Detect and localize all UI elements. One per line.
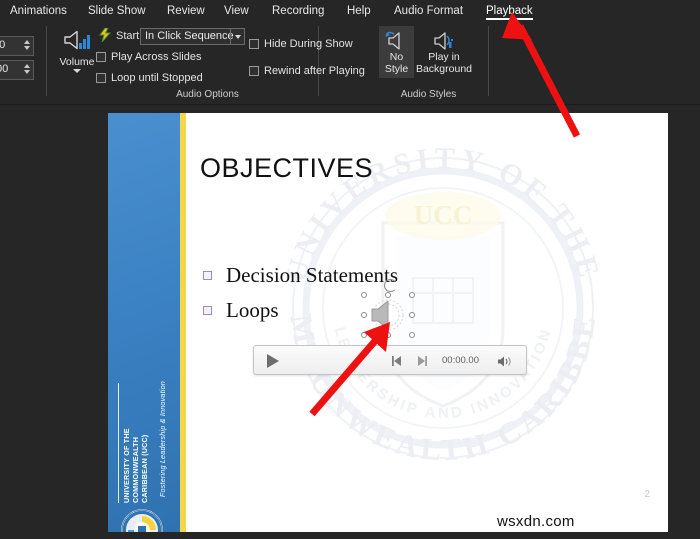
audio-object-selected[interactable] <box>361 279 415 338</box>
slide-number: 2 <box>644 489 650 500</box>
animation-trigger-icon <box>99 28 112 42</box>
ribbon-tab-bar: Animations Slide Show Review View Record… <box>0 0 700 22</box>
bullet-item[interactable]: Decision Statements <box>203 263 398 288</box>
checkbox-label: Rewind after Playing <box>264 65 365 77</box>
bullet-text: Loops <box>226 298 279 322</box>
tab-recording[interactable]: Recording <box>272 0 324 22</box>
group-separator-2 <box>318 26 319 96</box>
group-separator-3 <box>488 26 489 96</box>
speaker-volume-icon[interactable] <box>497 355 513 368</box>
volume-label: Volume <box>59 56 95 68</box>
no-style-label-1: No <box>389 51 404 63</box>
tab-view[interactable]: View <box>224 0 249 22</box>
volume-button[interactable]: Volume <box>55 28 99 73</box>
resize-handle-sw[interactable] <box>361 332 367 338</box>
fade-out-arrows[interactable] <box>22 62 31 79</box>
group-separator-1 <box>46 26 47 96</box>
playback-time: 00:00.00 <box>442 355 479 366</box>
volume-icon <box>64 30 90 50</box>
checkbox-label: Hide During Show <box>264 38 353 50</box>
start-value: In Click Sequence <box>145 30 234 42</box>
checkbox-play-across-slides[interactable]: Play Across Slides <box>96 51 201 63</box>
fade-in-stepper[interactable]: 00 <box>0 36 34 56</box>
powerpoint-window: Animations Slide Show Review View Record… <box>0 0 700 539</box>
resize-handle-nw[interactable] <box>361 292 367 298</box>
step-forward-icon[interactable] <box>416 356 427 366</box>
checkbox-box[interactable] <box>249 39 259 49</box>
no-style-label-2: Style <box>384 62 409 75</box>
slide-title[interactable]: OBJECTIVES <box>200 153 373 184</box>
tab-audio-format[interactable]: Audio Format <box>394 0 463 22</box>
sidebar-org-name: UNIVERSITY OF THE COMMONWEALTH CARIBBEAN… <box>122 428 149 503</box>
resize-handle-e[interactable] <box>409 312 415 318</box>
tab-playback[interactable]: Playback <box>486 0 533 22</box>
slide-canvas[interactable]: UNIVERSITY OF THE COMMONWEALTH CARIBBEAN… <box>108 113 668 532</box>
group-label-audio-options: Audio Options <box>176 89 239 100</box>
play-bg-label-1: Play in <box>428 51 460 63</box>
slide-accent-stripe <box>180 113 186 532</box>
checkbox-label: Loop until Stopped <box>111 72 203 84</box>
fade-in-value: 00 <box>0 39 6 51</box>
site-watermark: wsxdn.com <box>497 513 575 530</box>
chevron-down-icon[interactable] <box>73 69 81 73</box>
step-back-icon[interactable] <box>392 356 403 366</box>
start-label: Start: <box>116 30 143 42</box>
start-dropdown[interactable]: In Click Sequence <box>140 28 245 45</box>
group-label-audio-styles: Audio Styles <box>400 89 457 100</box>
tab-help[interactable]: Help <box>347 0 371 22</box>
play-background-speaker-icon <box>434 32 453 50</box>
seal-badge-text: UCC <box>414 200 473 230</box>
play-icon[interactable] <box>267 354 279 368</box>
tab-review[interactable]: Review <box>167 0 205 22</box>
no-style-button[interactable]: No Style <box>379 26 414 78</box>
play-in-background-button[interactable]: Play in Background <box>413 26 475 78</box>
resize-handle-se[interactable] <box>409 332 415 338</box>
resize-handle-w[interactable] <box>361 312 367 318</box>
bullet-square-icon <box>203 271 212 280</box>
rotate-handle-icon[interactable] <box>384 279 397 292</box>
sidebar-tagline: Fostering Leadership & Innovation <box>158 381 167 498</box>
checkbox-label: Play Across Slides <box>111 51 202 63</box>
sidebar-divider <box>118 383 119 503</box>
checkbox-loop-until-stopped[interactable]: Loop until Stopped <box>96 72 203 84</box>
fade-out-value: .00 <box>0 63 9 75</box>
resize-handle-ne[interactable] <box>409 292 415 298</box>
play-bg-label-2: Background <box>415 62 473 75</box>
checkbox-box[interactable] <box>96 52 106 62</box>
audio-playback-bar[interactable]: 00:00.00 <box>253 345 527 375</box>
chevron-down-icon[interactable] <box>230 29 244 44</box>
tab-animations[interactable]: Animations <box>10 0 67 22</box>
ucc-crest-logo <box>121 509 163 532</box>
fade-out-stepper[interactable]: .00 <box>0 60 34 80</box>
ribbon-content: 00 .00 Volume Start: In Click Sequence <box>0 22 700 105</box>
checkbox-rewind-after-playing[interactable]: Rewind after Playing <box>249 65 365 77</box>
no-style-speaker-icon <box>385 31 400 50</box>
checkbox-box[interactable] <box>249 66 259 76</box>
checkbox-box[interactable] <box>96 73 106 83</box>
bullet-square-icon <box>203 306 212 315</box>
checkbox-hide-during-show[interactable]: Hide During Show <box>249 38 353 50</box>
audio-speaker-icon[interactable] <box>364 295 412 335</box>
tab-slide-show[interactable]: Slide Show <box>88 0 146 22</box>
resize-handle-n[interactable] <box>385 292 391 298</box>
resize-handle-s[interactable] <box>385 332 391 338</box>
bullet-text: Decision Statements <box>226 263 399 287</box>
fade-in-arrows[interactable] <box>22 38 31 55</box>
